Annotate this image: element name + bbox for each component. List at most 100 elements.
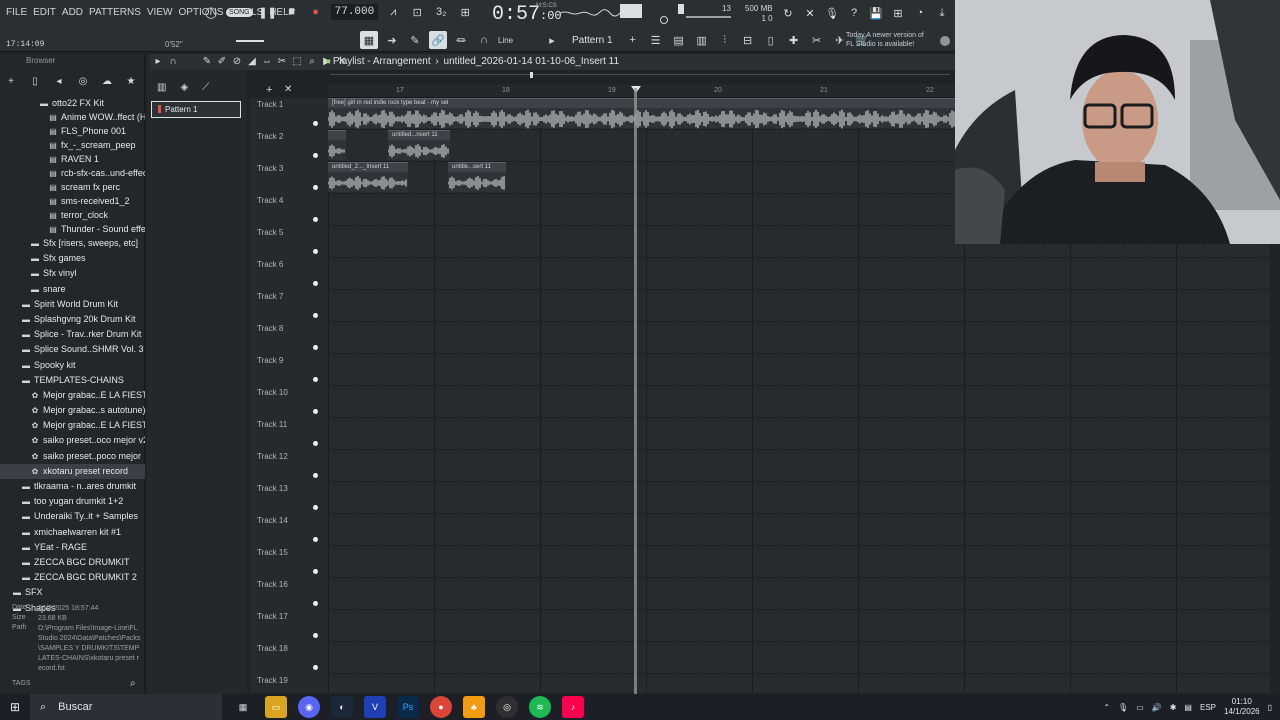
track-mute-led[interactable] bbox=[313, 633, 318, 638]
tray-volume-icon[interactable]: 🔊 bbox=[1152, 703, 1162, 712]
track-header[interactable]: Track 12 bbox=[250, 450, 328, 482]
track-mute-led[interactable] bbox=[313, 601, 318, 606]
tray-display-icon[interactable]: ▤ bbox=[1184, 703, 1192, 712]
track-header[interactable]: Track 8 bbox=[250, 322, 328, 354]
track-mute-led[interactable] bbox=[313, 473, 318, 478]
channel-rack-icon[interactable]: ▤ bbox=[670, 31, 688, 49]
track-mute-led[interactable] bbox=[313, 505, 318, 510]
discord-icon[interactable]: ◉ bbox=[298, 696, 320, 718]
audio-clip-icon[interactable]: ◈ bbox=[180, 82, 188, 93]
chrome-icon[interactable]: ● bbox=[430, 696, 452, 718]
browser-item[interactable]: ✿ Mejor grabac..E LA FIESTA bbox=[0, 388, 145, 403]
mixer-icon[interactable]: ⫶ bbox=[716, 31, 734, 49]
tray-network-icon[interactable]: ▭ bbox=[1136, 703, 1144, 712]
play-button[interactable]: ❚❚ bbox=[258, 3, 276, 21]
track-mute-led[interactable] bbox=[313, 409, 318, 414]
arrow-right-icon[interactable]: ▸ bbox=[152, 56, 164, 67]
track-header[interactable]: Track 4 bbox=[250, 194, 328, 226]
browser-item[interactable]: ✿ Mejor grabac..s autotune) bbox=[0, 403, 145, 418]
update-notice[interactable]: Today A newer version of FL Studio is av… bbox=[846, 31, 924, 49]
browser-icon[interactable]: ⊟ bbox=[739, 31, 757, 49]
browser-item[interactable]: ▬ Spooky kit bbox=[0, 358, 145, 373]
tray-language[interactable]: ESP bbox=[1200, 703, 1216, 712]
song-mode-toggle[interactable]: SONG bbox=[226, 7, 253, 17]
browser-item[interactable]: ▬ Sfx vinyl bbox=[0, 266, 145, 281]
pencil-icon[interactable]: ✎ bbox=[406, 31, 424, 49]
audio-clip[interactable]: [free] girl in red indie rock type beat … bbox=[328, 98, 955, 129]
scrollbar-thumb[interactable] bbox=[530, 72, 533, 78]
loop-icon[interactable]: ◯ bbox=[202, 3, 220, 21]
track-header[interactable]: Track 14 bbox=[250, 514, 328, 546]
fl-studio-icon[interactable]: ♣ bbox=[463, 696, 485, 718]
track-mute-led[interactable] bbox=[313, 345, 318, 350]
track-mute-led[interactable] bbox=[313, 665, 318, 670]
track-mute-led[interactable] bbox=[313, 569, 318, 574]
track-header[interactable]: Track 7 bbox=[250, 290, 328, 322]
tools-icon[interactable]: ✕ bbox=[802, 5, 818, 21]
browser-item[interactable]: ▬ ZECCA BGC DRUMKIT 2 bbox=[0, 570, 145, 585]
browser-item[interactable]: ▬ Splashgvng 20k Drum Kit bbox=[0, 312, 145, 327]
track-header[interactable]: Track 15 bbox=[250, 546, 328, 578]
track-header[interactable]: Track 2 bbox=[250, 130, 328, 162]
browser-item[interactable]: ✿ saiko preset..oco mejor v2 bbox=[0, 433, 145, 448]
piano-icon[interactable]: ▦ bbox=[360, 31, 378, 49]
stop-button[interactable]: ■ bbox=[283, 3, 301, 21]
snap-select[interactable]: Line bbox=[498, 36, 538, 45]
tray-clock[interactable]: 01:10 14/1/2026 bbox=[1224, 697, 1260, 717]
windows-start-icon[interactable]: ⊞ bbox=[0, 694, 30, 720]
globe-icon[interactable]: ◎ bbox=[76, 76, 90, 87]
close-track-icon[interactable]: ✕ bbox=[284, 84, 292, 95]
track-mute-led[interactable] bbox=[313, 153, 318, 158]
track-mute-led[interactable] bbox=[313, 249, 318, 254]
select-icon[interactable]: ⬚ bbox=[291, 56, 303, 67]
back-icon[interactable]: ◂ bbox=[52, 76, 66, 87]
help-icon[interactable]: ? bbox=[846, 5, 862, 21]
menu-patterns[interactable]: PATTERNS bbox=[89, 7, 141, 18]
browser-item[interactable]: ▤ terror_clock bbox=[0, 208, 145, 222]
browser-item[interactable]: ▬ ZECCA BGC DRUMKIT bbox=[0, 555, 145, 570]
slip-icon[interactable]: ⇔ bbox=[261, 56, 273, 67]
track-mute-led[interactable] bbox=[313, 313, 318, 318]
link-icon[interactable]: 🔗 bbox=[429, 31, 447, 49]
track-mute-led[interactable] bbox=[313, 281, 318, 286]
document-icon[interactable]: ▯ bbox=[28, 76, 42, 87]
menu-file[interactable]: FILE bbox=[6, 7, 27, 18]
browser-item[interactable]: ▬ otto22 FX Kit bbox=[0, 96, 145, 110]
browser-item[interactable]: ▤ Thunder - Sound effect bbox=[0, 222, 145, 236]
browser-item[interactable]: ▬ Sfx games bbox=[0, 251, 145, 266]
track-header[interactable]: Track 5 bbox=[250, 226, 328, 258]
browser-item[interactable]: ▬ YEat - RAGE bbox=[0, 540, 145, 555]
menu-edit[interactable]: EDIT bbox=[33, 7, 56, 18]
add-pattern-icon[interactable]: + bbox=[624, 31, 642, 49]
browser-item[interactable]: ▬ Underaiki Ty..it + Samples bbox=[0, 509, 145, 524]
track-header[interactable]: Track 16 bbox=[250, 578, 328, 610]
delete-icon[interactable]: ⊘ bbox=[231, 56, 243, 67]
spotify-icon[interactable]: ≋ bbox=[529, 696, 551, 718]
metronome-icon[interactable]: ⩘ bbox=[384, 3, 402, 21]
browser-item[interactable]: ▬ Spirit World Drum Kit bbox=[0, 297, 145, 312]
browser-item[interactable]: ▬ tlkraama - n..ares drumkit bbox=[0, 479, 145, 494]
save-icon[interactable]: 💾 bbox=[868, 5, 884, 21]
track-mute-led[interactable] bbox=[313, 121, 318, 126]
track-header[interactable]: Track 13 bbox=[250, 482, 328, 514]
browser-item[interactable]: ▤ RAVEN 1 bbox=[0, 152, 145, 166]
browser-item[interactable]: ▤ rcb-sfx-cas..und-effects bbox=[0, 166, 145, 180]
cloud-icon[interactable]: ☁ bbox=[100, 76, 114, 87]
browser-item[interactable]: ▤ scream fx perc bbox=[0, 180, 145, 194]
track-mute-led[interactable] bbox=[313, 217, 318, 222]
mute-icon[interactable]: ◢ bbox=[246, 56, 258, 67]
menu-add[interactable]: ADD bbox=[62, 7, 83, 18]
browser-item[interactable]: ▤ Anime WOW..ffect (HD) bbox=[0, 110, 145, 124]
browser-item[interactable]: ✿ xkotaru preset record bbox=[0, 463, 145, 479]
track-header[interactable]: Track 10 bbox=[250, 386, 328, 418]
stamp-icon[interactable]: ⏛ bbox=[452, 31, 470, 49]
mic-icon[interactable]: 🎙 bbox=[824, 5, 840, 21]
tempo-display[interactable]: 77.000 bbox=[330, 4, 379, 20]
master-volume-meter[interactable] bbox=[620, 4, 642, 18]
track-mute-led[interactable] bbox=[313, 537, 318, 542]
browser-item[interactable]: ▬ TEMPLATES-CHAINS bbox=[0, 373, 145, 388]
record-button[interactable]: ● bbox=[307, 3, 325, 21]
paint-icon[interactable]: ✐ bbox=[216, 56, 228, 67]
browser-item[interactable]: ▬ too yugan drumkit 1+2 bbox=[0, 494, 145, 509]
piano-roll-icon[interactable]: ▥ bbox=[693, 31, 711, 49]
